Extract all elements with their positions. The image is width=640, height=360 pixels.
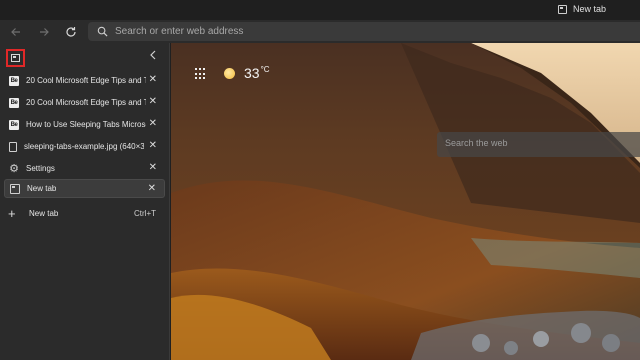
close-tab-icon[interactable]: ✕	[149, 74, 157, 85]
tab-item[interactable]: sleeping-tabs-example.jpg (640×360) ✕	[4, 137, 165, 156]
search-icon	[97, 26, 108, 37]
address-bar[interactable]	[88, 22, 640, 41]
new-tab-button[interactable]: + New tab Ctrl+T	[4, 205, 165, 221]
new-tab-icon	[10, 183, 20, 194]
gear-icon: ⚙	[9, 163, 19, 175]
tab-title: 20 Cool Microsoft Edge Tips and Tricks	[26, 76, 146, 85]
toolbar	[0, 20, 640, 43]
tab-title: How to Use Sleeping Tabs Microsoft Edge	[26, 120, 146, 129]
address-input[interactable]	[115, 26, 535, 37]
collapse-pane-button[interactable]	[149, 50, 157, 63]
new-tab-page: 33°C	[171, 43, 640, 360]
arrow-right-icon	[40, 27, 49, 36]
arrow-left-icon	[11, 27, 20, 36]
tab-item[interactable]: Be 20 Cool Microsoft Edge Tips and Trick…	[4, 93, 165, 112]
new-tab-icon	[557, 4, 567, 14]
forward-button[interactable]	[35, 23, 53, 40]
apps-launcher-button[interactable]	[195, 68, 207, 80]
weather-widget[interactable]: 33°C	[224, 65, 270, 81]
vertical-tabs-pane: Be 20 Cool Microsoft Edge Tips and Trick…	[0, 43, 170, 360]
sun-icon	[224, 67, 235, 79]
tab-item[interactable]: Be How to Use Sleeping Tabs Microsoft Ed…	[4, 115, 165, 134]
tab-title: sleeping-tabs-example.jpg (640×360)	[24, 142, 144, 151]
tab-item[interactable]: ⚙ Settings ✕	[4, 159, 165, 178]
reload-icon	[66, 26, 76, 37]
web-search-box[interactable]	[437, 132, 640, 157]
be-favicon-icon: Be	[9, 75, 19, 86]
web-search-input[interactable]	[445, 138, 635, 148]
close-tab-icon[interactable]: ✕	[149, 162, 157, 173]
tab-title: Settings	[26, 164, 55, 173]
tab-item[interactable]: Be 20 Cool Microsoft Edge Tips and Trick…	[4, 71, 165, 90]
be-favicon-icon: Be	[9, 97, 19, 108]
tab-title: 20 Cool Microsoft Edge Tips and Tricks	[26, 98, 146, 107]
file-icon	[9, 141, 17, 152]
tab-title: New tab	[27, 184, 57, 193]
weather-temperature: 33°C	[244, 65, 270, 81]
vertical-tabs-toggle-button[interactable]	[6, 49, 25, 67]
reload-button[interactable]	[62, 23, 80, 40]
close-tab-icon[interactable]: ✕	[149, 140, 157, 151]
title-tab[interactable]: New tab	[557, 4, 606, 14]
back-button[interactable]	[7, 23, 25, 40]
plus-icon: +	[8, 205, 16, 221]
close-tab-icon[interactable]: ✕	[149, 96, 157, 107]
title-bar: New tab	[0, 0, 640, 20]
chevron-left-icon	[150, 50, 156, 60]
be-favicon-icon: Be	[9, 119, 19, 130]
tab-item-active[interactable]: New tab ✕	[4, 179, 165, 198]
close-tab-icon[interactable]: ✕	[148, 183, 156, 194]
new-tab-label: New tab	[29, 208, 59, 218]
background-image	[171, 43, 640, 360]
title-tab-label: New tab	[572, 4, 606, 14]
new-tab-shortcut: Ctrl+T	[134, 208, 156, 218]
close-tab-icon[interactable]: ✕	[149, 118, 157, 129]
vertical-tabs-icon	[11, 54, 20, 62]
